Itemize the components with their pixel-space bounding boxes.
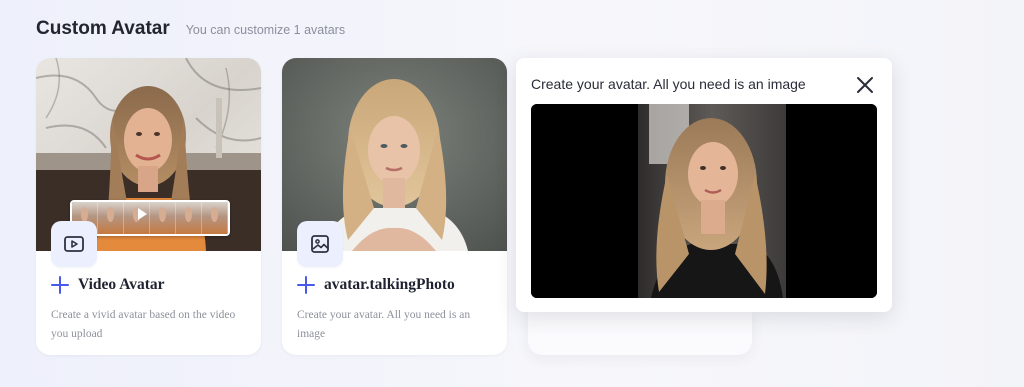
plus-icon	[297, 276, 315, 294]
page-title: Custom Avatar	[36, 18, 170, 39]
video-avatar-description: Create a vivid avatar based on the video…	[51, 309, 236, 340]
play-overlay-icon	[138, 208, 147, 220]
talking-photo-label: avatar.talkingPhoto	[324, 276, 455, 293]
image-icon	[297, 221, 343, 267]
talking-photo-description: Create your avatar. All you need is an i…	[297, 309, 471, 340]
talking-photo-title: avatar.talkingPhoto	[297, 276, 455, 294]
video-avatar-card[interactable]: Video Avatar Create a vivid avatar based…	[36, 58, 261, 355]
plus-icon	[51, 276, 69, 294]
popover-title: Create your avatar. All you need is an i…	[531, 76, 806, 92]
example-video-player[interactable]	[531, 104, 877, 298]
video-avatar-label: Video Avatar	[78, 276, 165, 293]
video-play-icon	[51, 221, 97, 267]
video-avatar-title: Video Avatar	[51, 276, 165, 294]
section-header: Custom Avatar You can customize 1 avatar…	[36, 18, 345, 40]
create-avatar-popover: Create your avatar. All you need is an i…	[516, 58, 892, 312]
avatar-quota-text: You can customize 1 avatars	[185, 23, 346, 37]
close-icon[interactable]	[855, 75, 875, 95]
talking-photo-card[interactable]: avatar.talkingPhoto Create your avatar. …	[282, 58, 507, 355]
